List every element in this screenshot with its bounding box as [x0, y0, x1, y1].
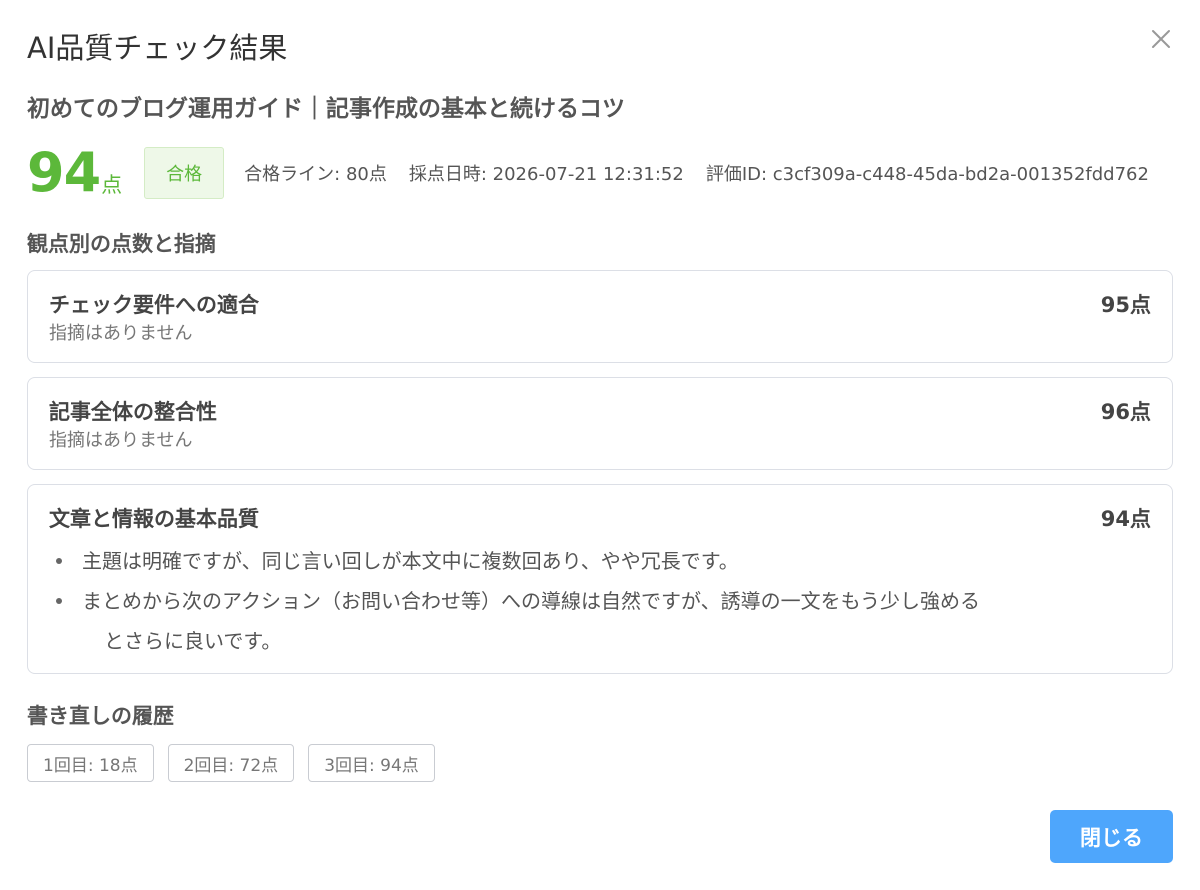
evaluation-id: 評価ID: c3cf309a-c448-45da-bd2a-001352fdd7… [705, 164, 1149, 185]
status-badge: 合格 [144, 147, 225, 199]
total-score: 94 [27, 141, 101, 204]
article-title: 初めてのブログ運用ガイド｜記事作成の基本と続けるコツ [27, 96, 625, 122]
criterion-card: チェック要件への適合 95点 指摘はありません [27, 270, 1173, 363]
criterion-name: 記事全体の整合性 [49, 400, 217, 424]
history-heading: 書き直しの履歴 [27, 704, 174, 728]
history-chip: 2回目: 72点 [167, 744, 295, 782]
history-chip: 3回目: 94点 [308, 744, 435, 782]
criterion-score: 96点 [1100, 400, 1151, 424]
graded-at: 採点日時: 2026-07-21 12:31:52 [408, 164, 684, 185]
issue-item-continuation: とさらに良いです。 [49, 621, 1151, 661]
issue-item: 主題は明確ですが、同じ言い回しが本文中に複数回あり、やや冗長です。 [49, 541, 1151, 581]
quality-check-dialog: AI品質チェック結果 初めてのブログ運用ガイド｜記事作成の基本と続けるコツ 94… [0, 0, 1200, 890]
bullet-icon [56, 598, 62, 604]
history-chip: 1回目: 18点 [27, 744, 154, 782]
dialog-title: AI品質チェック結果 [27, 31, 288, 65]
criterion-card: 記事全体の整合性 96点 指摘はありません [27, 377, 1173, 470]
criterion-name: チェック要件への適合 [49, 293, 259, 317]
close-button[interactable]: 閉じる [1050, 810, 1173, 863]
criteria-heading: 観点別の点数と指摘 [27, 232, 216, 256]
criterion-score: 94点 [1100, 507, 1151, 531]
criterion-card: 文章と情報の基本品質 94点 主題は明確ですが、同じ言い回しが本文中に複数回あり… [27, 484, 1173, 674]
result-meta: 合格ライン: 80点 採点日時: 2026-07-21 12:31:52 評価I… [244, 160, 1149, 186]
bullet-icon [56, 558, 62, 564]
criterion-name: 文章と情報の基本品質 [49, 507, 259, 531]
issue-text: とさらに良いです。 [104, 629, 282, 653]
close-icon[interactable] [1148, 26, 1174, 52]
score-row: 94 点 合格 合格ライン: 80点 採点日時: 2026-07-21 12:3… [27, 143, 1173, 203]
issue-text: まとめから次のアクション（お問い合わせ等）への導線は自然ですが、誘導の一文をもう… [82, 589, 980, 613]
criterion-note: 指摘はありません [49, 323, 193, 344]
rewrite-history: 1回目: 18点 2回目: 72点 3回目: 94点 [27, 744, 435, 782]
issue-list: 主題は明確ですが、同じ言い回しが本文中に複数回あり、やや冗長です。 まとめから次… [49, 541, 1151, 661]
pass-line: 合格ライン: 80点 [244, 164, 387, 185]
issue-text: 主題は明確ですが、同じ言い回しが本文中に複数回あり、やや冗長です。 [82, 549, 739, 573]
issue-item: まとめから次のアクション（お問い合わせ等）への導線は自然ですが、誘導の一文をもう… [49, 581, 1151, 621]
criterion-note: 指摘はありません [49, 430, 193, 451]
criterion-score: 95点 [1100, 293, 1151, 317]
total-score-unit: 点 [101, 173, 123, 197]
